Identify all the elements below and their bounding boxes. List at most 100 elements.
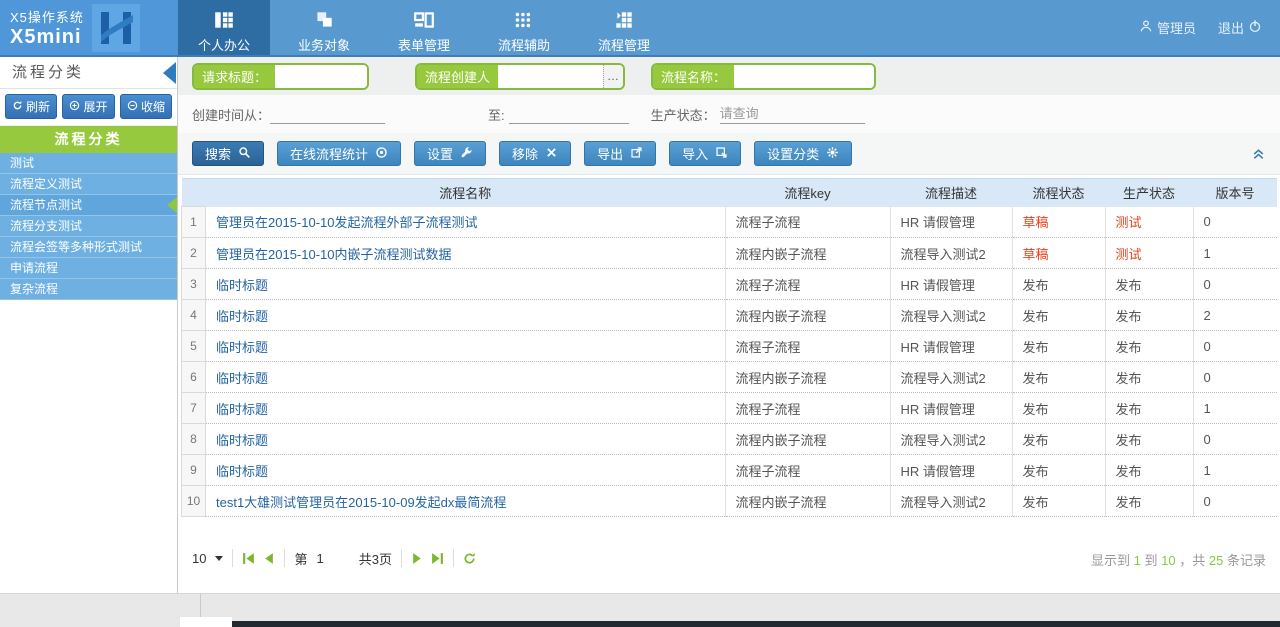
settings-button[interactable]: 设置 <box>414 141 486 166</box>
sidebar-panel-title: 流程分类 <box>0 57 177 89</box>
page-size-select[interactable]: 10 <box>192 551 223 566</box>
process-name-cell: 临时标题 <box>206 362 726 393</box>
production-status-cell: 发布 <box>1105 455 1193 486</box>
tree-tool-label: 展开 <box>83 98 107 115</box>
process-link[interactable]: 临时标题 <box>216 340 268 355</box>
process-link[interactable]: 临时标题 <box>216 464 268 479</box>
process-table-area: 流程名称流程key流程描述流程状态生产状态版本号 1管理员在2015-10-10… <box>181 178 1277 517</box>
nav-tab-3[interactable]: 表单管理 <box>378 0 470 55</box>
row-number-cell: 10 <box>182 486 206 517</box>
date-to-input[interactable] <box>509 104 629 124</box>
production-status-cell: 测试 <box>1105 207 1193 238</box>
import-button[interactable]: 导入 <box>669 141 741 166</box>
process-status-cell: 发布 <box>1012 300 1105 331</box>
sidebar-collapse-arrow-icon[interactable] <box>163 62 176 84</box>
nav-tab-5[interactable]: 流程管理 <box>578 0 670 55</box>
pagination-bar: 10 第 1 共3页 <box>178 543 1280 573</box>
logo-h-icon <box>92 4 140 52</box>
wrench-icon <box>460 146 473 162</box>
nav-tab-2[interactable]: 业务对象 <box>278 0 370 55</box>
process-desc-cell: HR 请假管理 <box>890 207 1012 238</box>
production-status-cell: 发布 <box>1105 424 1193 455</box>
tree-item[interactable]: 申请流程 <box>0 258 177 279</box>
set-category-button[interactable]: 设置分类 <box>754 141 852 166</box>
prev-page-button[interactable] <box>262 552 275 565</box>
tree-tool-button-2[interactable]: 展开 <box>62 94 114 119</box>
search-button[interactable]: 搜索 <box>192 141 264 166</box>
version-cell: 1 <box>1193 455 1277 486</box>
top-header: X5操作系统 X5mini 个人办公业务对象表单管理流程辅助流程管理 管理员 退… <box>0 0 1280 57</box>
tree-item[interactable]: 流程定义测试 <box>0 174 177 195</box>
row-number-cell: 8 <box>182 424 206 455</box>
process-creator-input[interactable] <box>498 65 603 88</box>
tree-item[interactable]: 流程节点测试 <box>0 195 177 216</box>
toolbar-button-label: 导入 <box>682 144 708 163</box>
request-title-field-group: 请求标题： <box>192 63 369 90</box>
process-status-cell: 发布 <box>1012 331 1105 362</box>
flow-grid-icon <box>578 9 670 33</box>
process-link[interactable]: 临时标题 <box>216 371 268 386</box>
table-row: 9临时标题流程子流程HR 请假管理发布发布1 <box>182 455 1278 486</box>
row-number-cell: 3 <box>182 269 206 300</box>
next-page-button[interactable] <box>411 552 424 565</box>
current-page-input[interactable]: 1 <box>316 551 323 566</box>
export-icon <box>630 146 643 162</box>
process-link[interactable]: 管理员在2015-10-10内嵌子流程测试数据 <box>216 247 452 262</box>
request-title-input[interactable] <box>275 65 367 88</box>
production-status-cell: 发布 <box>1105 300 1193 331</box>
prod-status-select[interactable] <box>720 104 865 124</box>
action-toolbar: 搜索在线流程统计设置移除 导出 导入 设置分类 <box>178 133 1280 175</box>
tree-item[interactable]: 复杂流程 <box>0 279 177 300</box>
process-link[interactable]: 临时标题 <box>216 278 268 293</box>
process-link[interactable]: 管理员在2015-10-10发起流程外部子流程测试 <box>216 215 478 230</box>
process-name-cell: test1大雄测试管理员在2015-10-09发起dx最简流程 <box>206 486 726 517</box>
date-to-label: 至: <box>488 105 505 124</box>
first-page-button[interactable] <box>242 552 255 565</box>
body-row: 流程分类 刷新展开收缩 流程分类 测试流程定义测试流程节点测试流程分支测试流程会… <box>0 57 1280 593</box>
row-number-header <box>182 179 206 207</box>
tree-tool-button-3[interactable]: 收缩 <box>120 94 172 119</box>
toolbar-button-label: 导出 <box>597 144 623 163</box>
process-name-field-group: 流程名称： <box>651 63 876 90</box>
nav-tab-4[interactable]: 流程辅助 <box>478 0 570 55</box>
nav-tab-label: 流程辅助 <box>498 38 550 53</box>
process-desc-cell: 流程导入测试2 <box>890 424 1012 455</box>
process-key-cell: 流程内嵌子流程 <box>725 424 890 455</box>
remove-button[interactable]: 移除 <box>499 141 571 166</box>
nav-tab-1[interactable]: 个人办公 <box>178 0 270 55</box>
process-name-input[interactable] <box>734 65 874 88</box>
grid-blocks-icon <box>178 9 270 33</box>
table-row: 5临时标题流程子流程HR 请假管理发布发布0 <box>182 331 1278 362</box>
process-table: 流程名称流程key流程描述流程状态生产状态版本号 1管理员在2015-10-10… <box>181 178 1277 517</box>
version-cell: 0 <box>1193 362 1277 393</box>
column-header: 流程名称 <box>206 179 726 207</box>
date-from-input[interactable] <box>270 104 385 124</box>
last-page-button[interactable] <box>431 552 444 565</box>
column-header: 流程状态 <box>1012 179 1105 207</box>
process-link[interactable]: 临时标题 <box>216 433 268 448</box>
tree-tool-button-1[interactable]: 刷新 <box>5 94 57 119</box>
tree-item[interactable]: 流程会签等多种形式测试 <box>0 237 177 258</box>
process-name-cell: 临时标题 <box>206 424 726 455</box>
process-name-cell: 管理员在2015-10-10发起流程外部子流程测试 <box>206 207 726 238</box>
tree-toolbar: 刷新 展开收缩 <box>0 89 177 126</box>
online-process-stats-button[interactable]: 在线流程统计 <box>277 141 401 166</box>
tree-item[interactable]: 测试 <box>0 153 177 174</box>
reload-icon[interactable] <box>463 552 476 565</box>
process-key-cell: 流程内嵌子流程 <box>725 300 890 331</box>
process-link[interactable]: 临时标题 <box>216 402 268 417</box>
process-key-cell: 流程子流程 <box>725 331 890 362</box>
creator-picker-button[interactable]: … <box>603 65 623 88</box>
row-number-cell: 6 <box>182 362 206 393</box>
logout-button[interactable]: 退出 <box>1218 18 1262 37</box>
export-button[interactable]: 导出 <box>584 141 656 166</box>
process-creator-label: 流程创建人 <box>417 65 498 88</box>
app-title: X5操作系统 <box>10 7 84 26</box>
caret-down-icon <box>215 556 223 561</box>
current-user[interactable]: 管理员 <box>1139 18 1196 37</box>
process-link[interactable]: test1大雄测试管理员在2015-10-09发起dx最简流程 <box>216 495 506 510</box>
chevrons-up-icon[interactable] <box>1251 146 1266 166</box>
tree-item[interactable]: 流程分支测试 <box>0 216 177 237</box>
process-link[interactable]: 临时标题 <box>216 309 268 324</box>
row-number-cell: 2 <box>182 238 206 269</box>
